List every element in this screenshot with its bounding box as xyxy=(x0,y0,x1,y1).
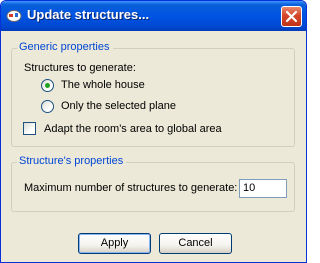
window-title: Update structures... xyxy=(27,7,150,22)
close-button[interactable] xyxy=(281,6,302,27)
max-structures-label: Maximum number of structures to generate… xyxy=(24,182,238,194)
apply-button[interactable]: Apply xyxy=(78,233,151,254)
radio-selected-plane[interactable] xyxy=(41,100,54,113)
generic-properties-caption: Generic properties xyxy=(17,41,113,54)
max-structures-input[interactable]: 10 xyxy=(239,179,287,198)
radio-selected-dot xyxy=(45,83,50,88)
cancel-button[interactable]: Cancel xyxy=(159,233,232,254)
adapt-area-label[interactable]: Adapt the room's area to global area xyxy=(44,123,222,136)
adapt-area-checkbox[interactable] xyxy=(23,122,36,135)
structure-properties-caption: Structure's properties xyxy=(17,155,127,168)
radio-selected-plane-label[interactable]: Only the selected plane xyxy=(61,100,176,113)
radio-whole-house-label[interactable]: The whole house xyxy=(61,79,145,92)
radio-whole-house[interactable] xyxy=(41,79,54,92)
structures-to-generate-label: Structures to generate: xyxy=(24,62,136,74)
title-bar[interactable]: Update structures... xyxy=(1,1,306,31)
app-icon xyxy=(6,9,22,23)
dialog-window: Update structures... Generic properties … xyxy=(0,0,307,263)
